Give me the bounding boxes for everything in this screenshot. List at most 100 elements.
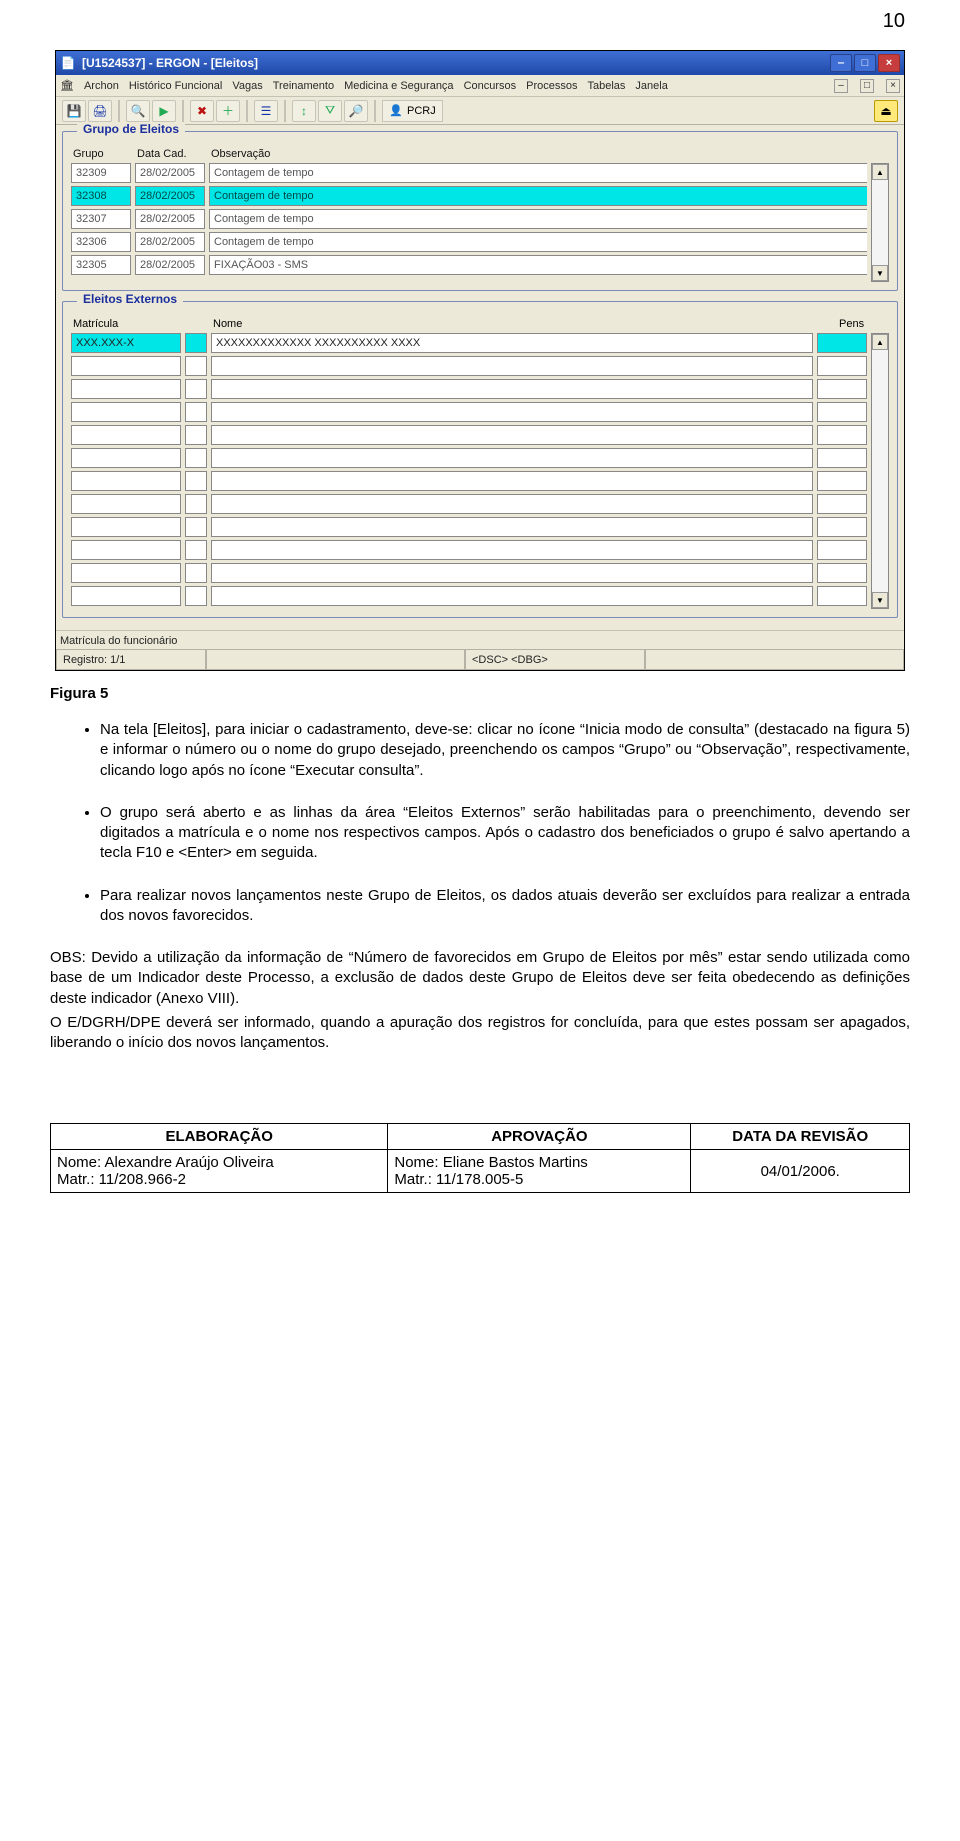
table-row[interactable]: [71, 356, 867, 376]
table-row[interactable]: [71, 379, 867, 399]
cell-obs[interactable]: Contagem de tempo: [209, 209, 867, 229]
cell-pens[interactable]: [817, 471, 867, 491]
cell-nome[interactable]: XXXXXXXXXXXXX XXXXXXXXXX XXXX: [211, 333, 813, 353]
cell-pens[interactable]: [817, 586, 867, 606]
cell-matricula[interactable]: [71, 494, 181, 514]
cell-pens[interactable]: [817, 402, 867, 422]
menu-medicina[interactable]: Medicina e Segurança: [344, 80, 453, 92]
menu-processos[interactable]: Processos: [526, 80, 577, 92]
scroll-up-icon[interactable]: ▲: [872, 164, 888, 180]
table-row[interactable]: [71, 517, 867, 537]
table-row[interactable]: [71, 540, 867, 560]
list-icon[interactable]: ☰: [254, 100, 278, 122]
scroll-up-icon[interactable]: ▲: [872, 334, 888, 350]
cell-matricula[interactable]: [71, 540, 181, 560]
menu-concursos[interactable]: Concursos: [464, 80, 517, 92]
cell-aux[interactable]: [185, 540, 207, 560]
cell-nome[interactable]: [211, 517, 813, 537]
cell-pens[interactable]: [817, 540, 867, 560]
table-row[interactable]: 3230828/02/2005Contagem de tempo: [71, 186, 867, 206]
toolbar-org-label[interactable]: 👤 PCRJ: [382, 100, 443, 122]
cell-matricula[interactable]: [71, 448, 181, 468]
save-icon[interactable]: 💾: [62, 100, 86, 122]
scroll-down-icon[interactable]: ▼: [872, 592, 888, 608]
cell-aux[interactable]: [185, 425, 207, 445]
cell-pens[interactable]: [817, 356, 867, 376]
cell-aux[interactable]: [185, 356, 207, 376]
cell-nome[interactable]: [211, 402, 813, 422]
sort-icon[interactable]: ↕: [292, 100, 316, 122]
cell-grupo[interactable]: 32305: [71, 255, 131, 275]
cell-pens[interactable]: [817, 379, 867, 399]
scroll-track[interactable]: [872, 180, 888, 265]
menu-tabelas[interactable]: Tabelas: [588, 80, 626, 92]
cell-matricula[interactable]: [71, 356, 181, 376]
cell-nome[interactable]: [211, 494, 813, 514]
cell-data[interactable]: 28/02/2005: [135, 232, 205, 252]
externos-scrollbar[interactable]: ▲ ▼: [871, 333, 889, 609]
table-row[interactable]: [71, 494, 867, 514]
scroll-down-icon[interactable]: ▼: [872, 265, 888, 281]
table-row[interactable]: 3230628/02/2005Contagem de tempo: [71, 232, 867, 252]
exit-icon[interactable]: ⏏: [874, 100, 898, 122]
query-enter-icon[interactable]: 🔍: [126, 100, 150, 122]
menu-janela[interactable]: Janela: [635, 80, 667, 92]
delete-icon[interactable]: ✖: [190, 100, 214, 122]
menu-treinamento[interactable]: Treinamento: [273, 80, 334, 92]
cell-pens[interactable]: [817, 563, 867, 583]
cell-pens[interactable]: [817, 425, 867, 445]
query-execute-icon[interactable]: ▶: [152, 100, 176, 122]
find-icon[interactable]: 🔎: [344, 100, 368, 122]
cell-nome[interactable]: [211, 540, 813, 560]
cell-nome[interactable]: [211, 425, 813, 445]
mdi-restore-button[interactable]: □: [860, 79, 874, 93]
cell-aux[interactable]: [185, 333, 207, 353]
cell-matricula[interactable]: [71, 425, 181, 445]
filter-icon[interactable]: ⛛: [318, 100, 342, 122]
table-row[interactable]: 3230928/02/2005Contagem de tempo: [71, 163, 867, 183]
cell-nome[interactable]: [211, 379, 813, 399]
cell-matricula[interactable]: [71, 563, 181, 583]
cell-matricula[interactable]: [71, 517, 181, 537]
cell-aux[interactable]: [185, 471, 207, 491]
cell-grupo[interactable]: 32306: [71, 232, 131, 252]
cell-nome[interactable]: [211, 356, 813, 376]
cell-obs[interactable]: Contagem de tempo: [209, 163, 867, 183]
cell-aux[interactable]: [185, 586, 207, 606]
cell-pens[interactable]: [817, 517, 867, 537]
menu-vagas[interactable]: Vagas: [232, 80, 262, 92]
grupo-scrollbar[interactable]: ▲ ▼: [871, 163, 889, 282]
cell-obs[interactable]: Contagem de tempo: [209, 186, 867, 206]
cell-matricula[interactable]: [71, 471, 181, 491]
cell-data[interactable]: 28/02/2005: [135, 255, 205, 275]
table-row[interactable]: [71, 563, 867, 583]
cell-matricula[interactable]: [71, 586, 181, 606]
menu-archon[interactable]: Archon: [84, 80, 119, 92]
cell-pens[interactable]: [817, 448, 867, 468]
cell-pens[interactable]: [817, 494, 867, 514]
insert-icon[interactable]: ＋: [216, 100, 240, 122]
table-row[interactable]: [71, 586, 867, 606]
table-row[interactable]: [71, 471, 867, 491]
window-minimize-button[interactable]: ‒: [830, 54, 852, 72]
cell-obs[interactable]: FIXAÇÃO03 - SMS: [209, 255, 867, 275]
table-row[interactable]: [71, 402, 867, 422]
mdi-close-button[interactable]: ×: [886, 79, 900, 93]
window-maximize-button[interactable]: □: [854, 54, 876, 72]
cell-grupo[interactable]: 32308: [71, 186, 131, 206]
cell-data[interactable]: 28/02/2005: [135, 186, 205, 206]
scroll-track[interactable]: [872, 350, 888, 592]
cell-aux[interactable]: [185, 402, 207, 422]
menu-historico[interactable]: Histórico Funcional: [129, 80, 223, 92]
cell-nome[interactable]: [211, 586, 813, 606]
cell-matricula[interactable]: XXX.XXX-X: [71, 333, 181, 353]
table-row[interactable]: [71, 448, 867, 468]
cell-obs[interactable]: Contagem de tempo: [209, 232, 867, 252]
cell-aux[interactable]: [185, 517, 207, 537]
titlebar[interactable]: 📄 [U1524537] - ERGON - [Eleitos] ‒ □ ×: [56, 51, 904, 75]
table-row[interactable]: XXX.XXX-X XXXXXXXXXXXXX XXXXXXXXXX XXXX: [71, 333, 867, 353]
print-icon[interactable]: 🖨: [88, 100, 112, 122]
cell-aux[interactable]: [185, 494, 207, 514]
cell-grupo[interactable]: 32307: [71, 209, 131, 229]
mdi-minimize-button[interactable]: ‒: [834, 79, 848, 93]
